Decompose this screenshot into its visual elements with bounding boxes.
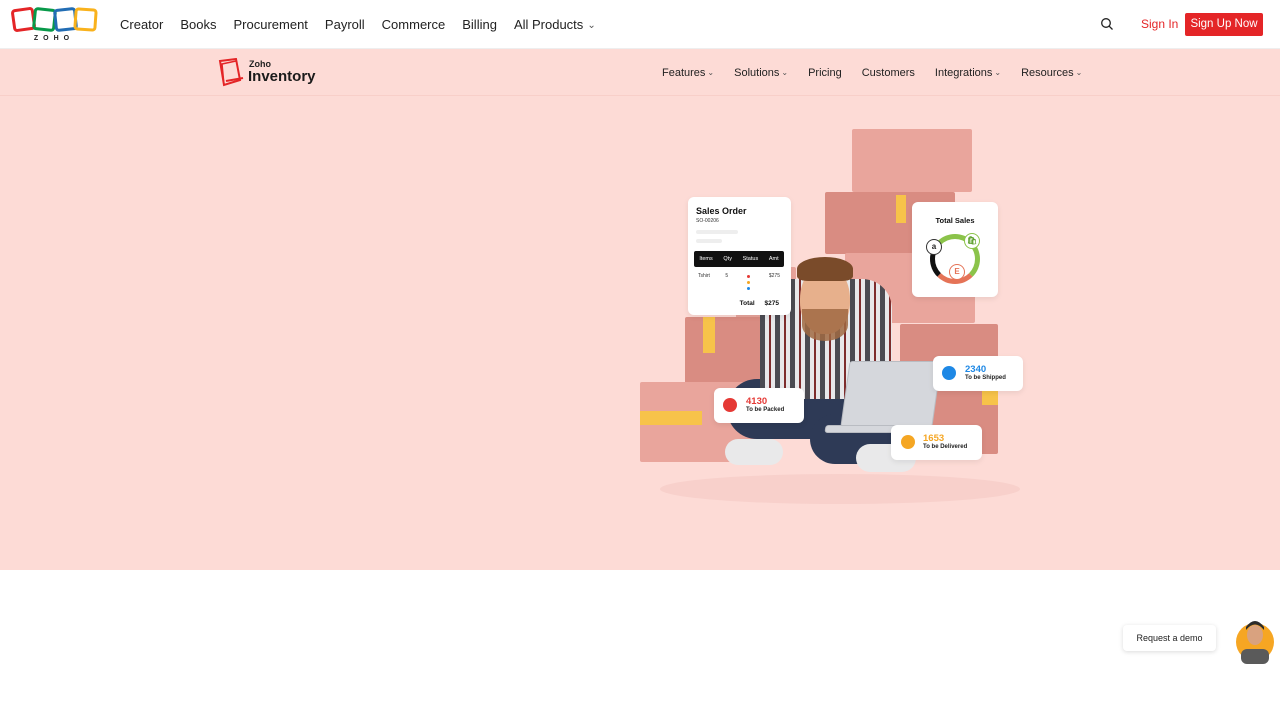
brand-name: Inventory [248, 68, 316, 85]
box-tape [640, 411, 702, 425]
subnav-integrations-label: Integrations [934, 66, 993, 79]
subnav-solutions-label: Solutions [734, 66, 780, 79]
nav-billing[interactable]: Billing [462, 17, 497, 32]
person-beard [802, 309, 848, 341]
subnav-integrations[interactable]: Integrations ⌄ [935, 67, 1001, 79]
package-icon [723, 398, 737, 412]
chevron-down-icon: ⌄ [994, 67, 1002, 77]
subnav-resources-label: Resources [1021, 66, 1074, 79]
col-status: Status [742, 256, 759, 262]
inventory-subnav: Zoho Inventory Features ⌄ Solutions ⌄ Pric… [0, 49, 1280, 96]
product-nav: Creator Books Procurement Payroll Commer… [120, 0, 596, 48]
sales-order-total: Total $275 [740, 300, 779, 307]
shopify-icon: 🛍 [964, 233, 980, 249]
placeholder-line [696, 239, 722, 243]
subnav-pricing[interactable]: Pricing [808, 67, 842, 79]
col-qty: Qty [723, 256, 732, 262]
sales-order-table-header: Items Qty Status Amt [694, 251, 784, 267]
top-bar: ZOHO Creator Books Procurement Payroll C… [0, 0, 1280, 49]
total-sales-title: Total Sales [935, 216, 975, 225]
search-icon[interactable] [1100, 17, 1114, 31]
chevron-down-icon: ⌄ [707, 67, 715, 77]
nav-all-products[interactable]: All Products ⌄ [514, 17, 596, 32]
subnav-solutions[interactable]: Solutions ⌄ [734, 67, 788, 79]
shipped-label: To be Shipped [965, 375, 1006, 381]
placeholder-line [696, 230, 738, 234]
cell-item: Tshirt [698, 273, 710, 279]
chevron-down-icon: ⌄ [781, 67, 789, 77]
packed-value: 4130 [746, 396, 768, 407]
cell-qty: 5 [725, 273, 729, 279]
inventory-book-icon [218, 58, 244, 87]
shipped-value: 2340 [965, 364, 987, 375]
floor-shadow [660, 474, 1020, 504]
inventory-nav: Features ⌄ Solutions ⌄ Pricing Customers I… [662, 49, 1082, 96]
hero-section: Zoho Inventory Features ⌄ Solutions ⌄ Pric… [0, 49, 1280, 570]
subnav-features[interactable]: Features ⌄ [662, 67, 714, 79]
table-row: Tshirt 5 $275 [694, 273, 784, 279]
box-tape [982, 391, 998, 405]
total-label: Total [739, 300, 755, 307]
inventory-logo[interactable]: Zoho Inventory [216, 58, 326, 88]
chevron-down-icon: ⌄ [587, 19, 596, 31]
nav-procurement[interactable]: Procurement [234, 17, 308, 32]
total-sales-card: Total Sales a 🛍 E [912, 202, 998, 297]
nav-creator[interactable]: Creator [120, 17, 163, 32]
total-value: $275 [764, 300, 779, 307]
nav-all-products-label: All Products [513, 16, 584, 32]
status-dot-red [747, 275, 750, 278]
delivered-label: To be Delivered [923, 444, 968, 450]
to-be-packed-card: 4130 To be Packed [714, 388, 804, 423]
box-tape [896, 195, 906, 223]
shipping-icon [942, 366, 956, 380]
cell-amt: $275 [768, 273, 780, 279]
packed-label: To be Packed [746, 407, 785, 413]
laptop [840, 361, 942, 427]
person-hair [797, 257, 853, 281]
status-dot-blue [747, 287, 750, 290]
sales-order-card: Sales Order SO-00206 Items Qty Status Am… [688, 197, 791, 315]
sales-order-title: Sales Order [696, 206, 747, 216]
nav-payroll[interactable]: Payroll [325, 17, 365, 32]
sign-in-link[interactable]: Sign In [1141, 17, 1178, 31]
demo-agent-avatar[interactable] [1231, 613, 1274, 664]
logo-square-yellow [73, 7, 98, 32]
request-demo-button[interactable]: Request a demo [1123, 625, 1216, 651]
nav-books[interactable]: Books [180, 17, 216, 32]
hero-illustration: Sales Order SO-00206 Items Qty Status Am… [630, 129, 1040, 504]
amazon-icon: a [926, 239, 942, 255]
chevron-down-icon: ⌄ [1075, 67, 1083, 77]
col-items: Items [699, 256, 713, 262]
subnav-features-label: Features [662, 66, 706, 79]
logo-wordmark: ZOHO [33, 35, 75, 42]
delivered-value: 1653 [923, 433, 945, 444]
person-shoe-left [725, 439, 783, 465]
sign-up-button[interactable]: Sign Up Now [1185, 13, 1263, 36]
subnav-resources[interactable]: Resources ⌄ [1021, 67, 1082, 79]
subnav-customers[interactable]: Customers [862, 67, 915, 79]
box-tape [703, 317, 715, 353]
nav-commerce[interactable]: Commerce [382, 17, 446, 32]
to-be-delivered-card: 1653 To be Delivered [891, 425, 982, 460]
box-top-right [852, 129, 972, 192]
sales-order-number: SO-00206 [696, 218, 719, 224]
status-dot-orange [747, 281, 750, 284]
col-amt: Amt [768, 256, 779, 262]
delivery-icon [901, 435, 915, 449]
etsy-icon: E [949, 264, 965, 280]
zoho-logo[interactable]: ZOHO [10, 6, 98, 44]
to-be-shipped-card: 2340 To be Shipped [933, 356, 1023, 391]
